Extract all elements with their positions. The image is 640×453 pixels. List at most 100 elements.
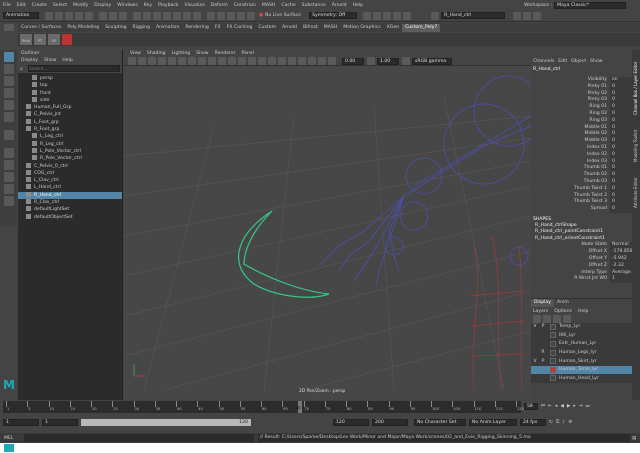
channel-menu-channels[interactable]: Channels (533, 59, 554, 64)
outliner-item[interactable]: L_Pole_Vector_ctrl (18, 147, 122, 155)
camera-icon[interactable] (128, 57, 136, 65)
menu-item[interactable]: Deform (211, 3, 228, 8)
shelf-tab[interactable]: Poly Modeling (64, 24, 102, 32)
isolate-select-icon[interactable] (308, 57, 316, 65)
shelf-button-cp[interactable]: CP (48, 34, 60, 45)
anim-prefs-icon[interactable]: ⚙ (568, 420, 572, 425)
anim-layer-dropdown[interactable]: No Anim Layer (469, 418, 517, 426)
menu-item[interactable]: Substance (302, 3, 326, 8)
move-layer-up-icon[interactable] (533, 315, 541, 323)
view-transform-dropdown[interactable]: sRGB gamma (412, 57, 452, 65)
viewport-scene[interactable] (124, 66, 531, 390)
sidebar-toggle-icon[interactable] (523, 11, 532, 20)
channel-row[interactable]: Index 01 0 (531, 144, 632, 152)
textured-icon[interactable] (258, 57, 266, 65)
loop-icon[interactable]: ↻ (549, 420, 553, 425)
outliner-item[interactable]: R_Pole_Vector_ctrl (18, 155, 122, 162)
outliner-item[interactable]: defaultObjectSet (18, 213, 122, 221)
outliner-item[interactable]: front (18, 89, 122, 97)
animation-start-field[interactable]: 1 (3, 418, 39, 426)
lasso-tool-icon[interactable] (3, 64, 14, 74)
menu-item[interactable]: File (3, 3, 11, 8)
menu-item[interactable]: Arnold (332, 3, 347, 8)
outliner-item[interactable]: C_Pelvis_0_ctrl (18, 162, 122, 170)
mask-icon[interactable] (183, 11, 191, 20)
layer-menu-help[interactable]: Help (578, 309, 588, 314)
channel-row[interactable]: Index 03 0 (531, 158, 632, 166)
constraint-attr-row[interactable]: Offset Z -2.32 (531, 262, 632, 270)
outliner-item[interactable]: R_Leg_ctrl (18, 140, 122, 148)
shelf-tab[interactable]: FX (212, 24, 224, 32)
gate-mask-icon[interactable] (198, 57, 206, 65)
layer-color-swatch[interactable] (550, 375, 556, 382)
channel-menu-show[interactable]: Show (590, 59, 602, 64)
playback-end-field[interactable]: 120 (333, 418, 369, 426)
move-tool-icon[interactable] (3, 88, 14, 98)
selection-name-field[interactable]: R_Hand_ctrl (441, 12, 506, 19)
play-forwards-icon[interactable]: ▶ (567, 404, 571, 409)
redo-icon[interactable] (85, 11, 93, 20)
menu-item[interactable]: MASH (262, 3, 275, 8)
layer-visibility-toggle[interactable]: V (531, 359, 539, 364)
shelf-tab-active[interactable]: Custom_Poly7 (402, 23, 441, 32)
graph-layout-icon[interactable] (3, 196, 14, 206)
channel-value[interactable]: 0 (610, 117, 632, 125)
menu-item[interactable]: Playback (158, 3, 179, 8)
current-frame-input[interactable]: 58 (524, 403, 538, 410)
step-back-key-icon[interactable]: ⇤ (548, 404, 552, 409)
channel-row[interactable]: Middle 02 0 (531, 131, 632, 139)
shadows-icon[interactable] (278, 57, 286, 65)
time-slider[interactable]: 1 5 10 15 20 25 30 35 40 45 50 55 60 65 70 75 80 85 90 95 10… (3, 401, 524, 413)
channel-row[interactable]: Middle 01 0 (531, 124, 632, 132)
layer-playback-toggle[interactable]: R (539, 350, 547, 355)
gamma-field[interactable]: 1.00 (377, 57, 399, 65)
channel-menu-object[interactable]: Object (571, 59, 586, 64)
shelf-tab[interactable]: Curves / Surfaces (18, 24, 64, 32)
layer-tab-display[interactable]: Display (531, 299, 554, 307)
save-scene-icon[interactable] (65, 11, 73, 20)
constraint-attr-row[interactable]: Offset Y -5.942 (531, 256, 632, 263)
layer-color-swatch[interactable] (550, 332, 556, 339)
outliner-item[interactable]: defaultLightSet (18, 206, 122, 213)
channel-value[interactable]: 0 (610, 206, 632, 213)
menu-item[interactable]: Key (144, 3, 152, 8)
animation-end-field[interactable]: 200 (372, 418, 408, 426)
outliner-menu-display[interactable]: Display (21, 58, 38, 63)
channel-row[interactable]: Ring 01 0 (531, 104, 632, 111)
channel-row[interactable]: Pinky 02 0 (531, 90, 632, 98)
snap-point-icon[interactable] (227, 11, 235, 20)
move-layer-down-icon[interactable] (543, 315, 551, 323)
menu-item[interactable]: Edit (17, 3, 26, 8)
channel-value[interactable]: 0 (610, 83, 632, 91)
live-surface-toggle[interactable]: ● No Live Surface (259, 13, 301, 18)
viewport-menu-view[interactable]: View (130, 51, 141, 56)
safe-action-icon[interactable] (218, 57, 226, 65)
hand-skeleton[interactable] (318, 75, 531, 287)
workspace-dropdown[interactable]: Maya Classic* (554, 1, 627, 9)
layer-color-swatch[interactable] (550, 340, 556, 347)
menu-item[interactable]: Help (353, 3, 363, 8)
channel-value[interactable]: 0 (610, 144, 632, 152)
layer-color-swatch[interactable] (550, 349, 556, 356)
channel-row[interactable]: Thumb 03 0 (531, 178, 632, 186)
outliner-item[interactable]: Human_Full_Grp (18, 104, 122, 111)
channel-value[interactable]: 0 (610, 172, 632, 179)
go-to-start-icon[interactable]: ⏮ (541, 403, 545, 409)
xray-joints-icon[interactable] (328, 57, 336, 65)
last-tool-icon[interactable] (3, 130, 14, 140)
new-scene-icon[interactable] (45, 11, 53, 20)
outliner-menu-help[interactable]: Help (62, 58, 72, 63)
select-object-icon[interactable] (109, 11, 117, 20)
side-tab-modeling-toolkit[interactable]: Modeling Toolkit (633, 122, 638, 162)
select-component-icon[interactable] (119, 11, 127, 20)
channel-row[interactable]: Ring 02 0 (531, 110, 632, 118)
command-mode-label[interactable]: MEL (4, 436, 24, 441)
rotate-tool-icon[interactable] (3, 100, 14, 110)
shelf-button-red-icon[interactable] (62, 34, 72, 45)
smooth-shade-icon[interactable] (238, 57, 246, 65)
channel-value[interactable]: 0 (610, 104, 632, 111)
render-settings-icon[interactable] (383, 11, 392, 20)
outliner-layout-icon[interactable] (3, 184, 14, 194)
shelf-tab[interactable]: Arnold (279, 24, 300, 32)
ipr-render-icon[interactable] (373, 11, 382, 20)
